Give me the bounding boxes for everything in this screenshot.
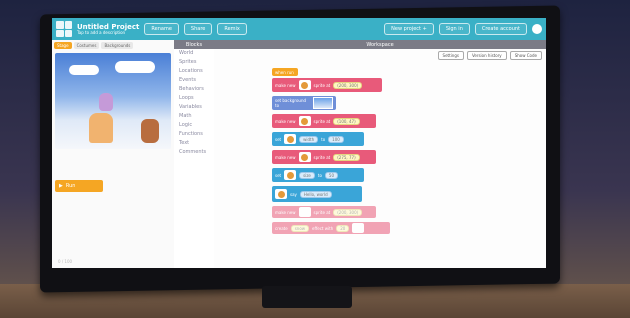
category-text[interactable]: Text [174,139,214,148]
when-run-block[interactable]: when run [272,68,298,76]
category-comments[interactable]: Comments [174,148,214,157]
set-property-block[interactable]: set width to 100 [272,132,364,146]
remix-button[interactable]: Remix [217,23,247,35]
make-sprite-block[interactable]: make new sprite at (100, 47) [272,114,376,128]
category-variables[interactable]: Variables [174,103,214,112]
menu-icon[interactable] [532,24,542,34]
category-math[interactable]: Math [174,112,214,121]
stage-panel: Stage Costumes Backgrounds ▶ Run 0 / 100 [52,40,175,268]
location-input[interactable]: (275, 77) [333,153,360,161]
category-loops[interactable]: Loops [174,94,214,103]
say-text-input[interactable]: Hello, world [299,190,332,198]
category-logic[interactable]: Logic [174,121,214,130]
wizard-sprite[interactable] [89,113,113,143]
location-input[interactable]: (200, 300) [333,81,363,89]
category-sprites[interactable]: Sprites [174,58,214,67]
effect-value-input[interactable]: 20 [336,224,350,232]
run-button[interactable]: ▶ Run [55,180,103,192]
blocks-category-panel: Blocks World Sprites Locations Events Be… [174,40,215,268]
category-events[interactable]: Events [174,76,214,85]
screen: Untitled Project Tap to add a descriptio… [52,18,546,268]
make-sprite-block[interactable]: make new sprite at (275, 77) [272,150,376,164]
category-world[interactable]: World [174,49,214,58]
app-logo-icon[interactable] [56,21,72,37]
project-description[interactable]: Tap to add a description [77,30,139,35]
share-button[interactable]: Share [183,23,213,35]
create-account-button[interactable]: Create account [474,23,527,35]
cloud [69,65,99,75]
property-dropdown[interactable]: width [299,135,319,143]
cloud [115,61,155,73]
tab-stage[interactable]: Stage [54,42,72,49]
stage-tabs: Stage Costumes Backgrounds [52,40,174,51]
sprite-thumbnail[interactable] [284,170,297,180]
sprite-thumbnail[interactable] [298,207,311,217]
tab-backgrounds[interactable]: Backgrounds [101,42,134,49]
monitor-stand [262,286,352,308]
category-functions[interactable]: Functions [174,130,214,139]
run-label: Run [65,183,76,189]
background-thumbnail[interactable] [313,97,333,109]
property-dropdown[interactable]: size [299,171,315,179]
set-property-block[interactable]: set size to 50 [272,168,364,182]
sprite-thumbnail[interactable] [275,189,287,199]
settings-button[interactable]: Settings [437,51,464,60]
stage-canvas[interactable] [55,53,171,149]
effect-dropdown[interactable]: snow [290,224,310,232]
tab-costumes[interactable]: Costumes [73,42,100,49]
play-icon: ▶ [59,183,63,189]
say-block[interactable]: say Hello, world [272,186,362,202]
rename-button[interactable]: Rename [144,23,179,35]
set-background-block[interactable]: set background to [272,96,336,110]
create-effect-block[interactable]: create snow effect with 20 [272,222,390,234]
project-title-block[interactable]: Untitled Project Tap to add a descriptio… [77,23,139,35]
value-input[interactable]: 50 [324,171,338,179]
location-input[interactable]: (200, 300) [333,208,363,216]
new-project-button[interactable]: New project + [384,23,434,35]
location-input[interactable]: (100, 47) [333,117,360,125]
sign-in-button[interactable]: Sign in [438,23,470,35]
workspace-header: Workspace [214,40,546,49]
value-input[interactable]: 100 [328,135,344,143]
sprite-thumbnail[interactable] [298,80,311,90]
bunny-sprite[interactable] [99,93,113,111]
sprite-thumbnail[interactable] [352,223,365,233]
dog-sprite[interactable] [141,119,159,143]
category-behaviors[interactable]: Behaviors [174,85,214,94]
sprite-thumbnail[interactable] [284,134,297,144]
sprite-thumbnail[interactable] [298,116,311,126]
workspace[interactable]: Workspace Settings Version history Show … [214,40,546,268]
top-bar: Untitled Project Tap to add a descriptio… [52,18,546,40]
show-code-button[interactable]: Show Code [509,51,542,60]
blocks-header: Blocks [174,40,214,49]
make-sprite-block[interactable]: make new sprite at (200, 300) [272,78,382,92]
make-sprite-block[interactable]: make new sprite at (200, 300) [272,206,376,218]
sprite-thumbnail[interactable] [298,152,311,162]
stage-footer-text: 0 / 100 [58,259,73,264]
version-history-button[interactable]: Version history [466,51,507,60]
workspace-toolbar: Settings Version history Show Code [437,51,542,60]
category-locations[interactable]: Locations [174,67,214,76]
